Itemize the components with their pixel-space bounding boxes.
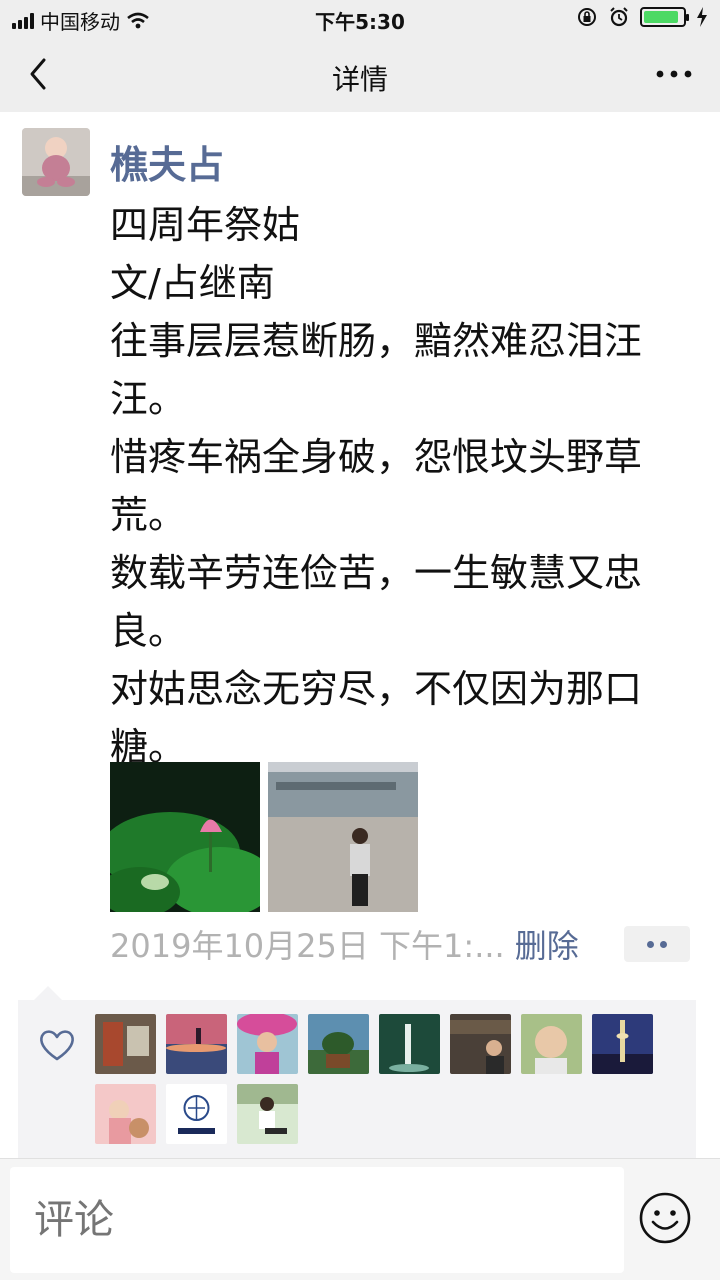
post-meta: 2019年10月25日 下午1:... 删除 <box>110 921 690 967</box>
more-icon[interactable] <box>654 54 694 94</box>
post-photo-portrait[interactable] <box>268 762 418 912</box>
liker-avatar[interactable] <box>450 1014 511 1074</box>
liker-avatar[interactable] <box>379 1014 440 1074</box>
emoji-icon[interactable] <box>638 1191 692 1245</box>
liker-avatar[interactable] <box>521 1014 582 1074</box>
liker-avatar[interactable] <box>166 1084 227 1144</box>
navigation-bar: 详情 <box>0 40 720 110</box>
liker-avatar[interactable] <box>166 1014 227 1074</box>
page-title: 详情 <box>331 63 388 96</box>
delete-link[interactable]: 删除 <box>515 921 579 967</box>
post-content: 四周年祭姑 文/占继南 往事层层惹断肠，黯然难忍泪汪汪。 惜疼车祸全身破，怨恨坟… <box>110 203 643 769</box>
actions-button[interactable] <box>624 926 690 962</box>
heart-icon <box>40 1030 74 1061</box>
author-name[interactable]: 樵夫占 <box>110 134 224 189</box>
liker-avatar[interactable] <box>237 1084 298 1144</box>
liker-avatar-grid <box>95 1014 655 1144</box>
battery-icon <box>640 7 689 27</box>
charging-icon <box>697 7 707 27</box>
rotation-lock-icon <box>578 8 596 26</box>
likes-panel <box>18 986 696 1158</box>
photo-grid <box>110 762 418 912</box>
dot-icon <box>660 940 667 948</box>
post-time: 2019年10月25日 下午1:... <box>110 927 505 965</box>
status-bar: 中国移动 下午5:30 <box>0 0 720 36</box>
dot-icon <box>647 940 654 948</box>
post-photo-lotus[interactable] <box>110 762 260 912</box>
liker-avatar[interactable] <box>95 1084 156 1144</box>
liker-avatar[interactable] <box>308 1014 369 1074</box>
top-bar: 中国移动 下午5:30 详情 <box>0 0 720 112</box>
liker-avatar[interactable] <box>592 1014 653 1074</box>
comment-input[interactable] <box>10 1167 624 1273</box>
liker-avatar[interactable] <box>237 1014 298 1074</box>
alarm-icon <box>610 7 628 27</box>
liker-avatar[interactable] <box>95 1014 156 1074</box>
author-avatar[interactable] <box>22 128 90 196</box>
comment-bar <box>0 1158 720 1280</box>
